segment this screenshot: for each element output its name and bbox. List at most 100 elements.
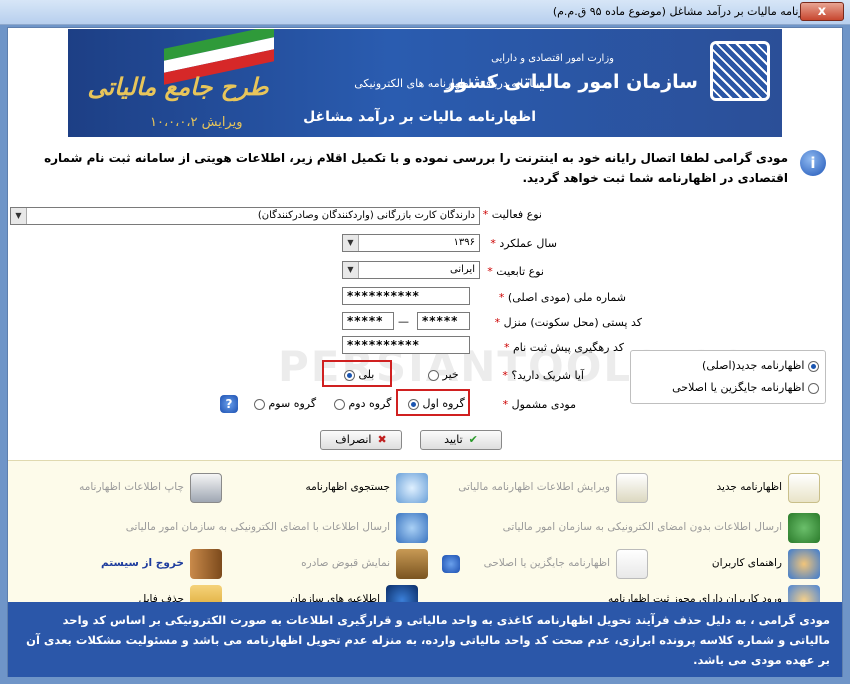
nationality-select-value: ایرانی (450, 264, 475, 275)
declaration-replace-option[interactable]: اظهارنامه جایگزین یا اصلاحی (672, 381, 819, 394)
partner-no-option[interactable]: خیر (428, 368, 459, 381)
tracking-code-label-text: کد رهگیری پیش ثبت نام (513, 341, 624, 354)
postal-code-field-1[interactable]: ***** (417, 312, 470, 330)
check-icon: ✔ (468, 433, 478, 446)
group-2-option[interactable]: گروه دوم (334, 397, 391, 410)
registration-form: i مودی گرامی لطفا اتصال رایانه خود به ای… (8, 138, 842, 460)
nationality-select[interactable]: ایرانی ▼ (342, 261, 480, 279)
footer-notice: مودی گرامی ، به دلیل حذف فرآیند تحویل اظ… (8, 602, 842, 677)
client-area: وزارت امور اقتصادی و دارایی سازمان امور … (7, 27, 843, 677)
main-menu: اظهارنامه جدید ارسال اطلاعات بدون امضای … (8, 460, 842, 615)
taxpayer-group-label-text: مودی مشمول (511, 398, 576, 411)
help-icon[interactable] (442, 555, 460, 573)
group-2-label: گروه دوم (348, 397, 392, 410)
group-1-radio[interactable] (408, 398, 419, 410)
menu-item-new-declaration[interactable]: اظهارنامه جدید (700, 473, 820, 503)
year-label-text: سال عملکرد (499, 237, 557, 250)
postal-separator: — (398, 315, 409, 328)
national-id-label: شماره ملی (مودی اصلی) * (499, 291, 626, 304)
partner-label: آیا شریک دارید؟ * (502, 369, 584, 382)
group-3-option[interactable]: گروه سوم (254, 397, 316, 410)
group-2-radio[interactable] (334, 398, 345, 410)
menu-item-replace-help[interactable] (430, 549, 648, 579)
exit-door-icon (190, 549, 222, 579)
year-select-value: ۱۳۹۶ (453, 237, 475, 248)
tax-org-logo-icon (710, 41, 770, 101)
brand-logo-text: طرح جامع مالیاتی (87, 73, 269, 101)
required-star: * (482, 208, 489, 221)
menu-item-label: اظهارنامه جدید (716, 481, 782, 493)
partner-no-radio[interactable] (428, 369, 439, 381)
page-title: اظهارنامه مالیات بر درآمد مشاغل (303, 109, 536, 125)
menu-item-receipts[interactable]: نمایش قبوض صادره (288, 549, 428, 579)
application-window: اظهارنامه مالیات بر درآمد مشاغل (موضوع م… (0, 0, 850, 684)
search-icon (396, 473, 428, 503)
version-label: ویرایش ۱۰،۰،۰،۲ (150, 115, 243, 130)
title-bar: اظهارنامه مالیات بر درآمد مشاغل (موضوع م… (0, 0, 850, 25)
required-star: * (502, 369, 508, 382)
window-title: اظهارنامه مالیات بر درآمد مشاغل (موضوع م… (552, 5, 824, 18)
menu-item-search-declaration[interactable]: جستجوی اظهارنامه (298, 473, 428, 503)
required-star: * (498, 291, 505, 304)
tracking-code-label: کد رهگیری پیش ثبت نام * (504, 341, 624, 354)
menu-item-label: ارسال اطلاعات بدون امضای الکترونیکی به س… (502, 521, 782, 533)
close-button[interactable]: x (800, 2, 844, 21)
ministry-name: وزارت امور اقتصادی و دارایی (491, 53, 614, 64)
help-icon[interactable]: ? (220, 395, 238, 413)
menu-item-label: خروج از سیستم (101, 557, 184, 569)
chevron-down-icon[interactable]: ▼ (11, 208, 27, 224)
menu-item-label: ویرایش اطلاعات اظهارنامه مالیاتی (458, 481, 610, 493)
certificate-icon (396, 513, 428, 543)
partner-yes-label: بلی (358, 368, 375, 381)
receipt-box-icon (396, 549, 428, 579)
menu-item-label: راهنمای کاربران (711, 557, 782, 569)
postal-code-field-2[interactable]: ***** (342, 312, 394, 330)
declaration-new-label: اظهارنامه جدید(اصلی) (702, 359, 805, 372)
partner-yes-radio[interactable] (344, 369, 355, 381)
group-1-label: گروه اول (422, 397, 465, 410)
required-star: * (504, 341, 510, 354)
menu-item-send-unsigned[interactable]: ارسال اطلاعات بدون امضای الکترونیکی به س… (490, 513, 820, 543)
required-star: * (502, 398, 509, 411)
menu-item-label: چاپ اطلاعات اظهارنامه (79, 481, 184, 493)
menu-item-exit[interactable]: خروج از سیستم (101, 549, 222, 579)
document-icon (788, 473, 820, 503)
group-1-option[interactable]: گروه اول (408, 397, 465, 410)
required-star: * (494, 316, 501, 329)
activity-select[interactable]: دارندگان کارت بازرگانی (واردکنندگان وصاد… (10, 207, 480, 225)
confirm-button[interactable]: ✔ تایید (420, 430, 502, 450)
national-id-field[interactable]: ********** (342, 287, 470, 305)
chevron-down-icon[interactable]: ▼ (343, 262, 359, 278)
year-label: سال عملکرد * (490, 237, 557, 250)
edit-document-icon (616, 473, 648, 503)
activity-select-value: دارندگان کارت بازرگانی (واردکنندگان وصاد… (257, 210, 475, 221)
declaration-replace-radio[interactable] (808, 382, 819, 394)
declaration-replace-label: اظهارنامه جایگزین یا اصلاحی (672, 381, 805, 394)
national-id-label-text: شماره ملی (مودی اصلی) (507, 291, 626, 304)
header-banner: وزارت امور اقتصادی و دارایی سازمان امور … (68, 29, 782, 137)
cancel-button[interactable]: ✖ انصراف (320, 430, 402, 450)
partner-yes-option[interactable]: بلی (344, 368, 374, 381)
group-3-radio[interactable] (254, 398, 265, 410)
menu-item-send-signed[interactable]: ارسال اطلاعات با امضای الکترونیکی به ساز… (108, 513, 428, 543)
activity-label: نوع فعالیت * (483, 208, 542, 221)
chevron-down-icon[interactable]: ▼ (343, 235, 359, 251)
declaration-new-radio[interactable] (808, 360, 819, 372)
activity-label-text: نوع فعالیت (491, 208, 542, 221)
menu-item-user-guide[interactable]: راهنمای کاربران (670, 549, 820, 579)
menu-item-edit-info[interactable]: ویرایش اطلاعات اظهارنامه مالیاتی (438, 473, 648, 503)
required-star: * (490, 237, 496, 250)
intro-text: مودی گرامی لطفا اتصال رایانه خود به اینت… (44, 151, 788, 185)
postal-code-label-text: کد پستی (محل سکونت) منزل (503, 316, 642, 329)
year-select[interactable]: ۱۳۹۶ ▼ (342, 234, 480, 252)
send-icon (788, 513, 820, 543)
nationality-label: نوع تابعیت * (487, 265, 544, 278)
group-3-label: گروه سوم (268, 397, 317, 410)
info-icon: i (800, 150, 826, 176)
menu-item-print-info[interactable]: چاپ اطلاعات اظهارنامه (72, 473, 222, 503)
printer-icon (190, 473, 222, 503)
postal-code-label: کد پستی (محل سکونت) منزل * (495, 316, 642, 329)
tracking-code-field[interactable]: ********** (342, 336, 470, 354)
confirm-label: تایید (444, 433, 463, 446)
declaration-new-option[interactable]: اظهارنامه جدید(اصلی) (702, 359, 819, 372)
